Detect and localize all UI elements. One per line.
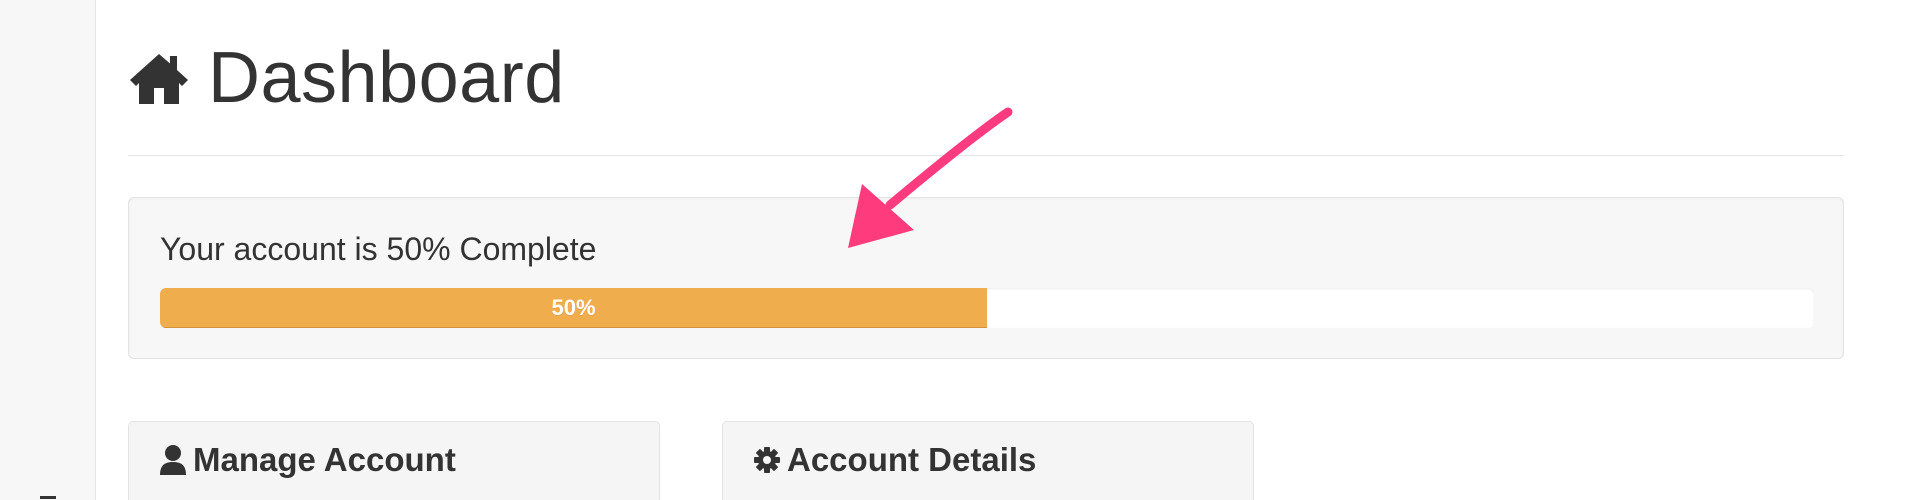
main-content: Dashboard Your account is 50% Complete 5… — [128, 0, 1844, 500]
home-icon — [128, 50, 190, 106]
sidebar-marker — [40, 496, 56, 499]
manage-account-title: Manage Account — [193, 441, 456, 478]
page-title: Dashboard — [208, 37, 565, 118]
gear-icon — [753, 444, 781, 476]
account-progress-bar: 50% — [160, 288, 1814, 328]
account-progress-well: Your account is 50% Complete 50% — [128, 197, 1844, 359]
progress-bar-fill: 50% — [160, 288, 987, 328]
dashboard-page: Dashboard Your account is 50% Complete 5… — [0, 0, 1908, 500]
account-status-text: Your account is 50% Complete — [160, 231, 597, 267]
manage-account-panel[interactable]: Manage Account — [128, 421, 660, 500]
page-header: Dashboard — [128, 0, 1844, 156]
account-details-panel[interactable]: Account Details — [722, 421, 1254, 500]
user-icon — [159, 444, 187, 476]
sidebar — [0, 0, 96, 500]
progress-bar-label: 50% — [551, 294, 596, 320]
account-details-title: Account Details — [787, 441, 1037, 478]
